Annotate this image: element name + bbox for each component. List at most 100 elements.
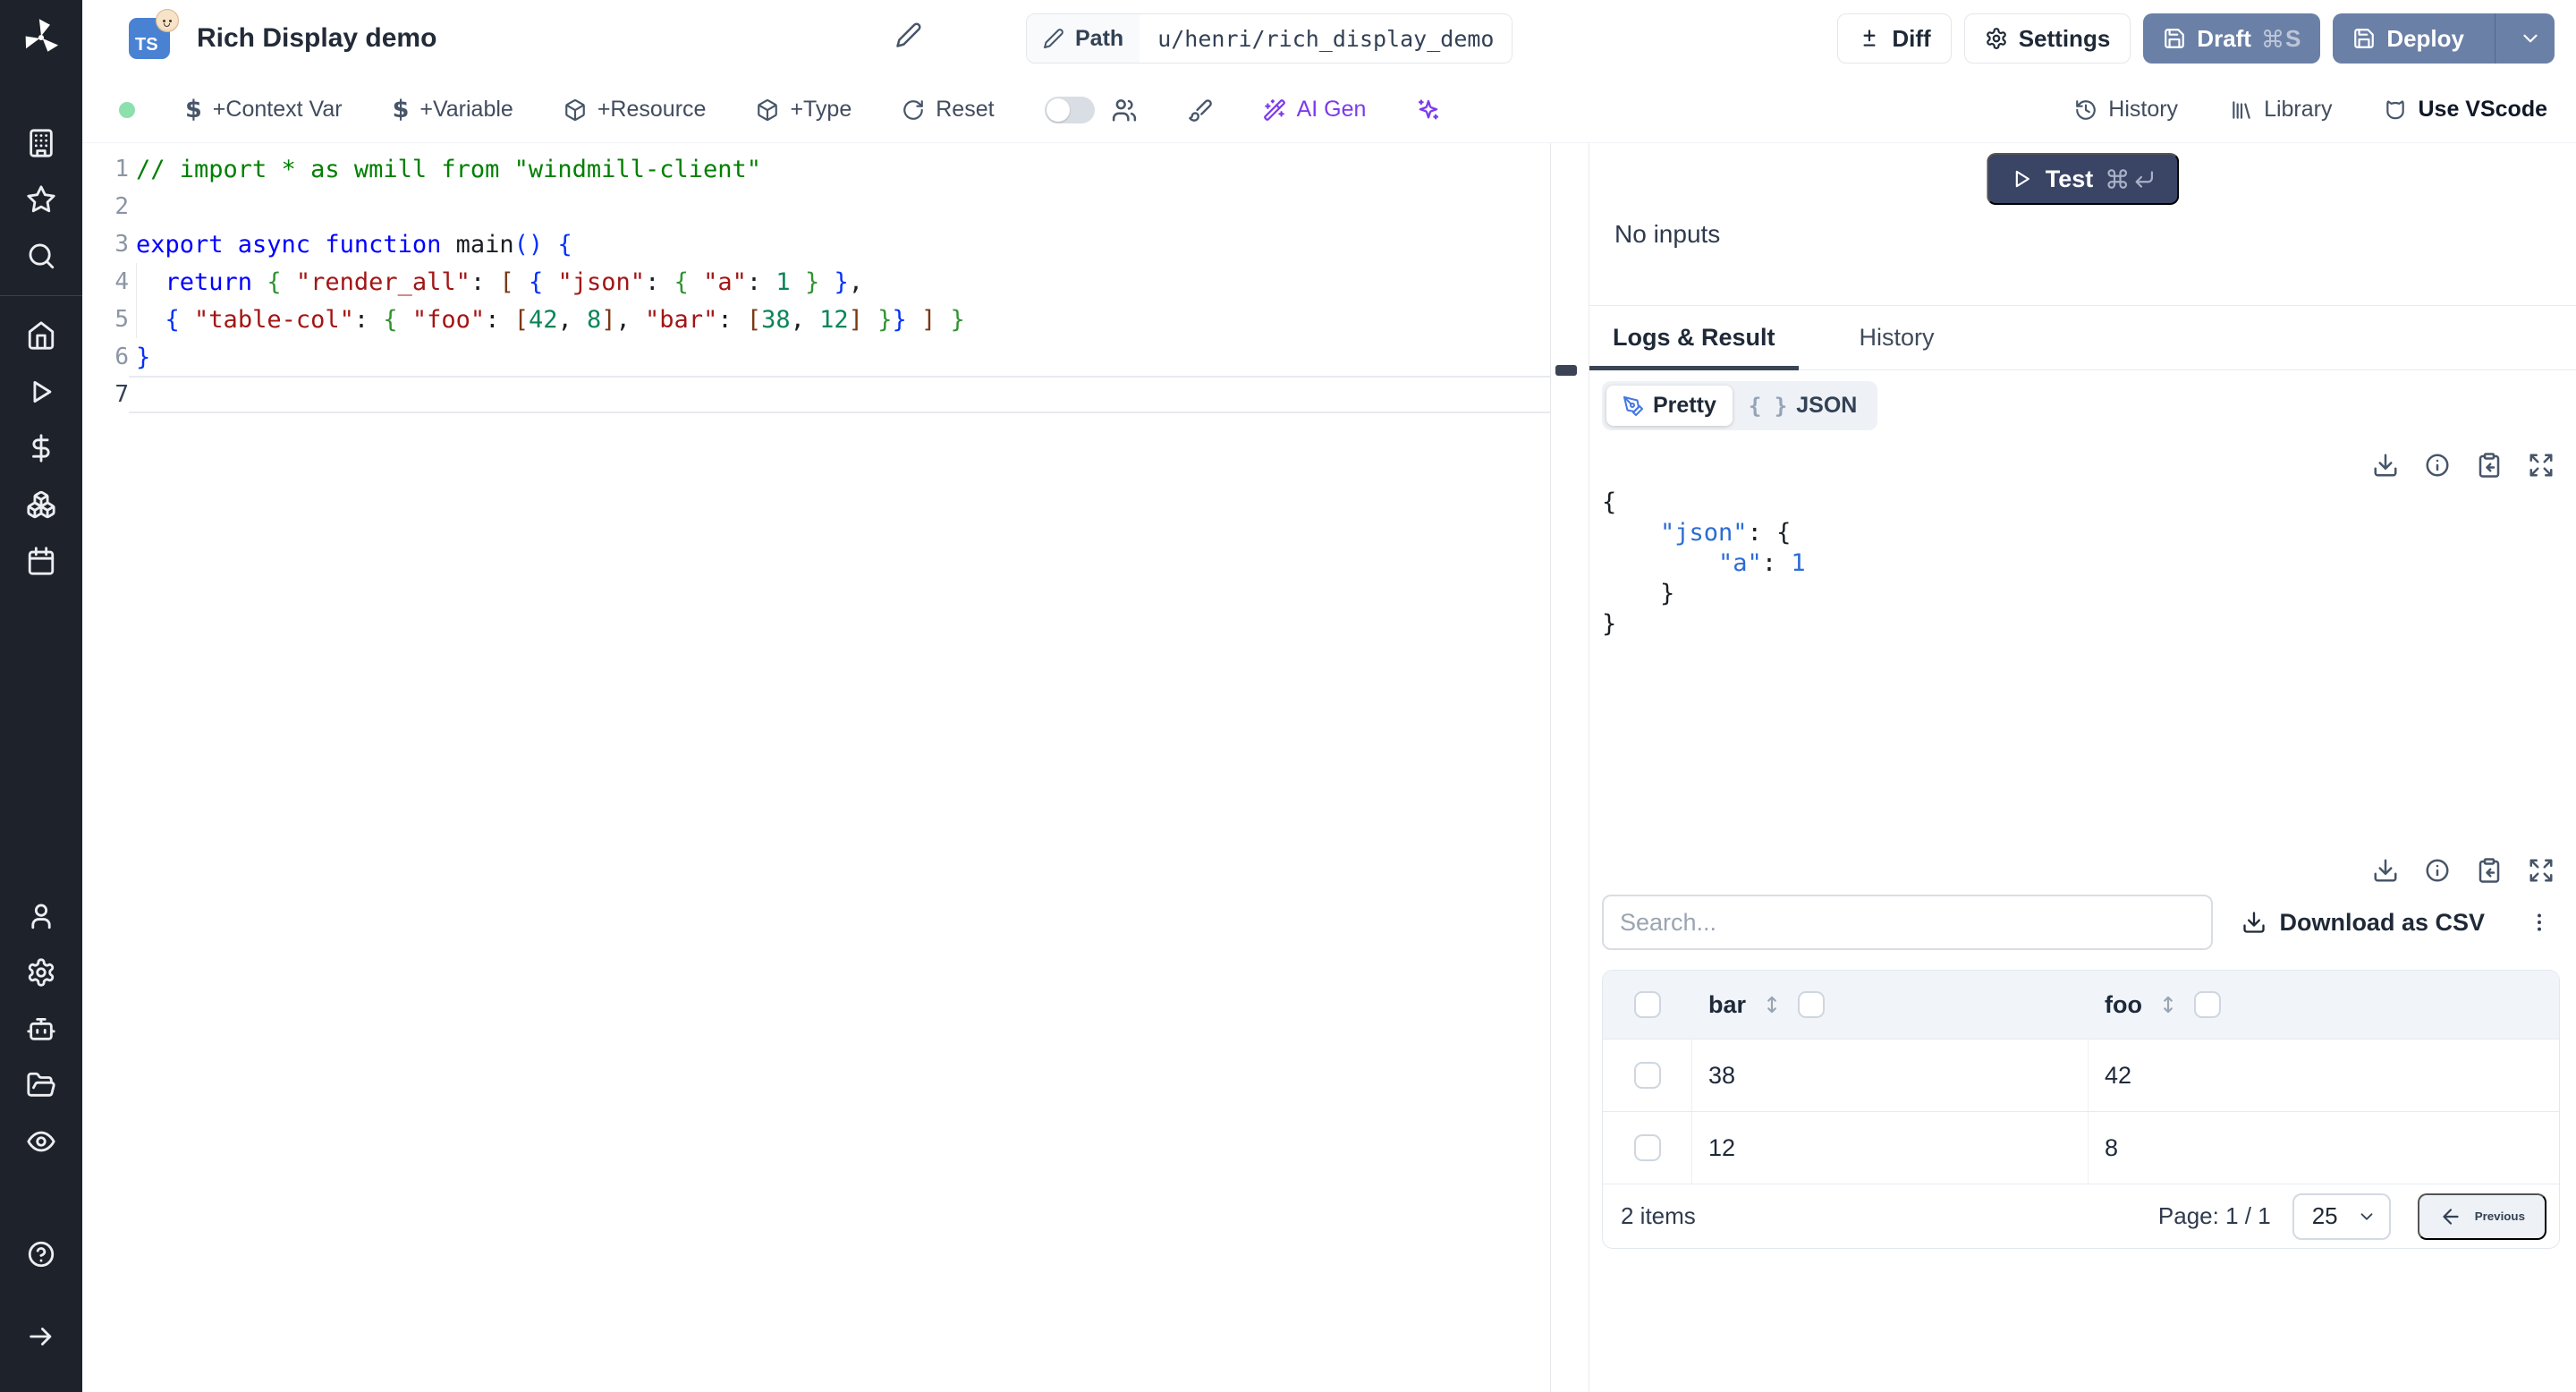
code-line[interactable]: 7 bbox=[82, 376, 1589, 413]
eye-icon bbox=[27, 1131, 55, 1152]
sidebar-item-audit[interactable] bbox=[21, 1124, 61, 1159]
code-line[interactable]: 3 export async function main() { bbox=[82, 225, 1589, 263]
use-vscode-button[interactable]: Use VScode bbox=[2384, 97, 2547, 123]
download-icon bbox=[2374, 454, 2397, 477]
sidebar-item-home[interactable] bbox=[21, 318, 61, 353]
page-indicator: Page: 1 / 1 bbox=[2157, 1202, 2271, 1229]
help-icon bbox=[28, 1241, 55, 1268]
dollar-icon: $ bbox=[185, 96, 202, 123]
windmill-logo-icon[interactable] bbox=[18, 14, 64, 61]
column-header-bar: bar bbox=[1708, 990, 1747, 1018]
brush-icon bbox=[1188, 98, 1212, 122]
return-icon bbox=[2135, 171, 2154, 188]
sidebar-item-folders[interactable] bbox=[21, 1067, 61, 1103]
script-path-field[interactable]: Path u/henri/rich_display_demo bbox=[1026, 13, 1513, 64]
deploy-button[interactable]: Deploy bbox=[2333, 13, 2555, 64]
table-info-button[interactable] bbox=[2424, 857, 2451, 884]
tab-logs-result[interactable]: Logs & Result bbox=[1589, 306, 1799, 370]
download-table-button[interactable] bbox=[2372, 857, 2399, 884]
clipboard-copy-icon bbox=[2479, 453, 2500, 478]
sidebar-item-schedules[interactable] bbox=[21, 543, 61, 579]
sidebar-item-runs[interactable] bbox=[21, 374, 61, 410]
sidebar-item-search[interactable] bbox=[21, 238, 61, 274]
sidebar-item-settings[interactable] bbox=[21, 955, 61, 990]
sort-foo-button[interactable] bbox=[2157, 993, 2180, 1016]
sidebar-item-workers[interactable] bbox=[21, 1011, 61, 1047]
select-all-checkbox[interactable] bbox=[1634, 991, 1661, 1018]
column-foo-checkbox[interactable] bbox=[2193, 991, 2221, 1018]
code-line[interactable]: 4 return { "render_all": [ { "json": { "… bbox=[82, 263, 1589, 301]
cat-icon bbox=[2386, 99, 2405, 119]
code-line[interactable]: 5 { "table-col": { "foo": [42, 8], "bar"… bbox=[82, 301, 1589, 338]
pencil-icon bbox=[1044, 29, 1063, 48]
add-variable-button[interactable]: $ +Variable bbox=[393, 96, 513, 123]
sort-bar-button[interactable] bbox=[1760, 993, 1784, 1016]
star-icon bbox=[27, 185, 55, 213]
package-icon bbox=[758, 98, 778, 121]
test-shortcut bbox=[2106, 167, 2156, 191]
previous-page-button[interactable]: Previous bbox=[2417, 1193, 2546, 1240]
diff-mode-toggle[interactable] bbox=[1044, 96, 1095, 123]
test-button[interactable]: Test bbox=[1986, 153, 2180, 205]
download-csv-button[interactable]: Download as CSV bbox=[2241, 909, 2485, 937]
row-checkbox[interactable] bbox=[1633, 1062, 1661, 1089]
page-title: Rich Display demo bbox=[197, 23, 437, 53]
result-info-button[interactable] bbox=[2424, 452, 2451, 479]
copy-table-button[interactable] bbox=[2476, 857, 2503, 884]
sidebar-item-resources[interactable] bbox=[21, 487, 61, 522]
sidebar-item-help[interactable] bbox=[21, 1236, 61, 1272]
draft-label: Draft bbox=[2197, 24, 2251, 52]
sidebar-item-users[interactable] bbox=[21, 898, 61, 934]
deploy-dropdown-button[interactable] bbox=[2506, 27, 2555, 50]
library-button[interactable]: Library bbox=[2230, 97, 2332, 123]
path-label: Path bbox=[1075, 25, 1124, 51]
draft-button[interactable]: Draft S bbox=[2143, 13, 2321, 64]
add-context-var-button[interactable]: $ +Context Var bbox=[185, 96, 343, 123]
braces-icon: { } bbox=[1748, 393, 1788, 419]
code-line[interactable]: 2 bbox=[82, 188, 1589, 225]
code-editor[interactable]: 1// import * as wmill from "windmill-cli… bbox=[82, 143, 1589, 1392]
add-type-button[interactable]: +Type bbox=[756, 97, 852, 123]
settings-button[interactable]: Settings bbox=[1963, 13, 2131, 64]
format-code-button[interactable] bbox=[1188, 98, 1213, 123]
expand-table-button[interactable] bbox=[2528, 857, 2555, 884]
sidebar-group-main bbox=[21, 318, 61, 579]
copy-result-button[interactable] bbox=[2476, 452, 2503, 479]
sidebar-item-favorites[interactable] bbox=[21, 182, 61, 217]
history-clock-icon bbox=[2076, 99, 2097, 120]
command-icon bbox=[2264, 30, 2282, 47]
expand-result-button[interactable] bbox=[2528, 452, 2555, 479]
json-view-option[interactable]: { } JSON bbox=[1733, 386, 1873, 426]
editor-toolbar: $ +Context Var $ +Variable +Resource +Type… bbox=[82, 77, 2576, 143]
add-resource-button[interactable]: +Resource bbox=[564, 97, 706, 123]
edit-summary-button[interactable] bbox=[895, 21, 929, 55]
page-size-select[interactable]: 25 bbox=[2292, 1193, 2391, 1240]
pretty-view-option[interactable]: Pretty bbox=[1606, 386, 1733, 426]
tab-history[interactable]: History bbox=[1836, 306, 1958, 369]
panel-resize-handle[interactable] bbox=[1555, 365, 1577, 376]
column-bar-checkbox[interactable] bbox=[1798, 991, 1826, 1018]
settings-label: Settings bbox=[2018, 24, 2111, 52]
sidebar-item-workspace[interactable] bbox=[21, 125, 61, 161]
download-result-button[interactable] bbox=[2372, 452, 2399, 479]
download-icon bbox=[2243, 912, 2266, 933]
clipboard-copy-icon bbox=[2479, 858, 2500, 883]
row-checkbox[interactable] bbox=[1633, 1134, 1661, 1161]
code-line[interactable]: 6} bbox=[82, 338, 1589, 376]
ai-gen-button[interactable]: AI Gen bbox=[1263, 97, 1366, 123]
sidebar-item-variables[interactable] bbox=[21, 430, 61, 466]
ai-sparkles-button[interactable] bbox=[1416, 98, 1441, 123]
diff-label: Diff bbox=[1892, 24, 1931, 52]
code-line[interactable]: 1// import * as wmill from "windmill-cli… bbox=[82, 150, 1589, 188]
search-input[interactable] bbox=[1602, 895, 2213, 950]
result-actions bbox=[1602, 452, 2560, 479]
cell-foo: 8 bbox=[2105, 1133, 2119, 1161]
sidebar-item-expand[interactable] bbox=[21, 1319, 61, 1354]
diff-button[interactable]: Diff bbox=[1837, 13, 1952, 64]
reset-button[interactable]: Reset bbox=[902, 97, 995, 123]
history-button[interactable]: History bbox=[2074, 97, 2178, 123]
chevron-down-icon bbox=[2360, 1212, 2373, 1220]
table-menu-button[interactable] bbox=[2528, 911, 2551, 934]
plus-minus-icon bbox=[1863, 30, 1876, 47]
play-icon bbox=[33, 380, 52, 403]
